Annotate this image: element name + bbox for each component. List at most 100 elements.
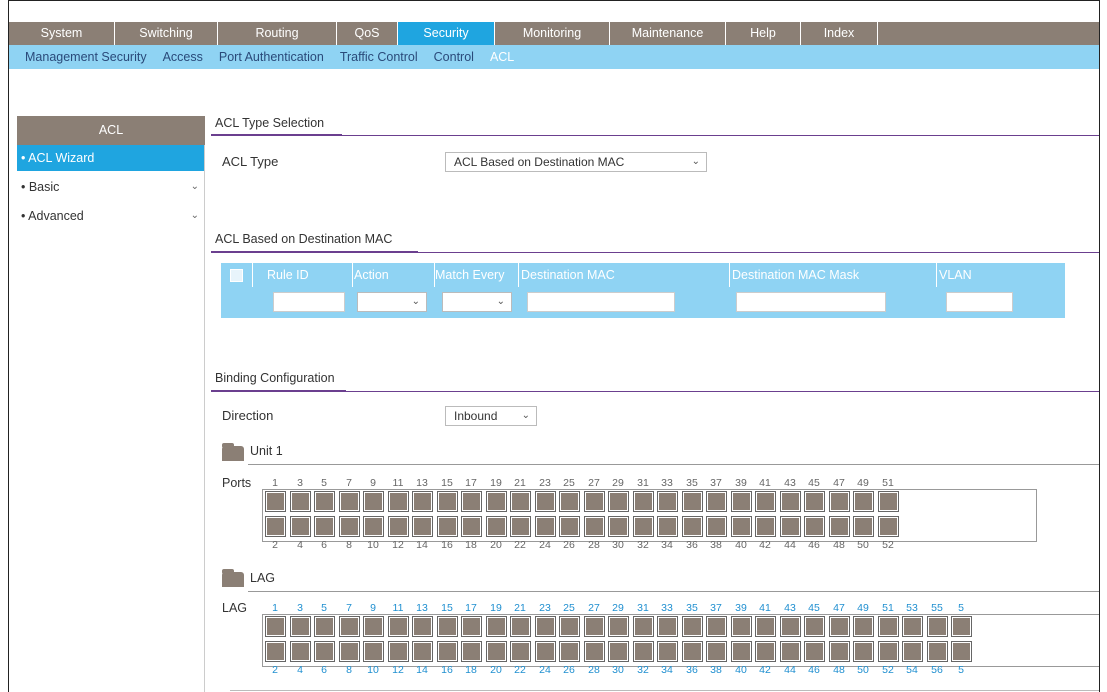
port-toggle[interactable] bbox=[559, 491, 580, 512]
port-toggle[interactable] bbox=[608, 616, 629, 637]
port-toggle[interactable] bbox=[608, 641, 629, 662]
tab-security[interactable]: Security bbox=[398, 22, 495, 45]
select-all-checkbox[interactable] bbox=[230, 269, 243, 282]
port-toggle[interactable] bbox=[510, 491, 531, 512]
port-toggle[interactable] bbox=[657, 641, 678, 662]
port-toggle[interactable] bbox=[927, 616, 948, 637]
port-toggle[interactable] bbox=[363, 516, 384, 537]
sidebar-item-advanced[interactable]: • Advanced ⌄ bbox=[17, 203, 205, 229]
tab-help[interactable]: Help bbox=[726, 22, 801, 45]
port-toggle[interactable] bbox=[535, 491, 556, 512]
port-toggle[interactable] bbox=[461, 641, 482, 662]
port-toggle[interactable] bbox=[731, 516, 752, 537]
port-toggle[interactable] bbox=[706, 641, 727, 662]
port-toggle[interactable] bbox=[755, 641, 776, 662]
port-toggle[interactable] bbox=[535, 641, 556, 662]
sidebar-item-acl-wizard[interactable]: • ACL Wizard bbox=[17, 145, 205, 171]
port-toggle[interactable] bbox=[437, 641, 458, 662]
port-toggle[interactable] bbox=[584, 516, 605, 537]
port-toggle[interactable] bbox=[780, 641, 801, 662]
port-toggle[interactable] bbox=[363, 641, 384, 662]
port-toggle[interactable] bbox=[633, 516, 654, 537]
port-toggle[interactable] bbox=[510, 641, 531, 662]
port-toggle[interactable] bbox=[804, 616, 825, 637]
port-toggle[interactable] bbox=[363, 616, 384, 637]
port-toggle[interactable] bbox=[486, 491, 507, 512]
port-toggle[interactable] bbox=[853, 641, 874, 662]
port-toggle[interactable] bbox=[780, 616, 801, 637]
tab-switching[interactable]: Switching bbox=[115, 22, 218, 45]
acl-type-select[interactable]: ACL Based on Destination MAC ⌄ bbox=[445, 152, 707, 172]
port-toggle[interactable] bbox=[339, 491, 360, 512]
port-toggle[interactable] bbox=[265, 491, 286, 512]
port-toggle[interactable] bbox=[853, 616, 874, 637]
bottom-scrollbar-track[interactable] bbox=[230, 690, 1099, 691]
port-toggle[interactable] bbox=[682, 516, 703, 537]
port-toggle[interactable] bbox=[804, 641, 825, 662]
port-toggle[interactable] bbox=[559, 641, 580, 662]
port-toggle[interactable] bbox=[510, 516, 531, 537]
port-toggle[interactable] bbox=[412, 516, 433, 537]
tab-monitoring[interactable]: Monitoring bbox=[495, 22, 610, 45]
port-toggle[interactable] bbox=[731, 641, 752, 662]
port-toggle[interactable] bbox=[829, 616, 850, 637]
port-toggle[interactable] bbox=[878, 491, 899, 512]
rule-id-input[interactable] bbox=[273, 292, 345, 312]
port-toggle[interactable] bbox=[584, 616, 605, 637]
subnav-item-management-security[interactable]: Management Security bbox=[25, 50, 147, 64]
port-toggle[interactable] bbox=[902, 616, 923, 637]
port-toggle[interactable] bbox=[633, 616, 654, 637]
port-toggle[interactable] bbox=[412, 616, 433, 637]
tab-index[interactable]: Index bbox=[801, 22, 878, 45]
tab-routing[interactable]: Routing bbox=[218, 22, 337, 45]
port-toggle[interactable] bbox=[878, 616, 899, 637]
port-toggle[interactable] bbox=[853, 516, 874, 537]
direction-select[interactable]: Inbound ⌄ bbox=[445, 406, 537, 426]
tab-qos[interactable]: QoS bbox=[337, 22, 398, 45]
port-toggle[interactable] bbox=[437, 516, 458, 537]
subnav-item-control[interactable]: Control bbox=[434, 50, 474, 64]
port-toggle[interactable] bbox=[804, 491, 825, 512]
port-toggle[interactable] bbox=[657, 516, 678, 537]
port-toggle[interactable] bbox=[461, 516, 482, 537]
port-toggle[interactable] bbox=[780, 491, 801, 512]
subnav-item-port-authentication[interactable]: Port Authentication bbox=[219, 50, 324, 64]
port-toggle[interactable] bbox=[706, 491, 727, 512]
port-toggle[interactable] bbox=[608, 516, 629, 537]
port-toggle[interactable] bbox=[290, 516, 311, 537]
port-toggle[interactable] bbox=[633, 641, 654, 662]
destination-mac-mask-input[interactable] bbox=[736, 292, 886, 312]
port-toggle[interactable] bbox=[412, 491, 433, 512]
port-toggle[interactable] bbox=[461, 616, 482, 637]
port-toggle[interactable] bbox=[780, 516, 801, 537]
port-toggle[interactable] bbox=[535, 516, 556, 537]
vlan-input[interactable] bbox=[946, 292, 1013, 312]
port-toggle[interactable] bbox=[731, 616, 752, 637]
port-toggle[interactable] bbox=[486, 616, 507, 637]
port-toggle[interactable] bbox=[731, 491, 752, 512]
port-toggle[interactable] bbox=[829, 641, 850, 662]
port-toggle[interactable] bbox=[437, 616, 458, 637]
port-toggle[interactable] bbox=[363, 491, 384, 512]
port-toggle[interactable] bbox=[657, 616, 678, 637]
port-toggle[interactable] bbox=[437, 491, 458, 512]
port-toggle[interactable] bbox=[657, 491, 678, 512]
tab-system[interactable]: System bbox=[9, 22, 115, 45]
port-toggle[interactable] bbox=[339, 641, 360, 662]
subnav-item-acl[interactable]: ACL bbox=[490, 50, 514, 64]
subnav-item-traffic-control[interactable]: Traffic Control bbox=[340, 50, 418, 64]
port-toggle[interactable] bbox=[559, 516, 580, 537]
port-toggle[interactable] bbox=[314, 641, 335, 662]
port-toggle[interactable] bbox=[535, 616, 556, 637]
port-toggle[interactable] bbox=[682, 491, 703, 512]
port-toggle[interactable] bbox=[706, 516, 727, 537]
match-every-select[interactable]: ⌄ bbox=[442, 292, 512, 312]
port-toggle[interactable] bbox=[878, 641, 899, 662]
subnav-item-access[interactable]: Access bbox=[163, 50, 203, 64]
port-toggle[interactable] bbox=[853, 491, 874, 512]
port-toggle[interactable] bbox=[388, 491, 409, 512]
port-toggle[interactable] bbox=[265, 616, 286, 637]
port-toggle[interactable] bbox=[388, 641, 409, 662]
port-toggle[interactable] bbox=[339, 616, 360, 637]
port-toggle[interactable] bbox=[265, 516, 286, 537]
